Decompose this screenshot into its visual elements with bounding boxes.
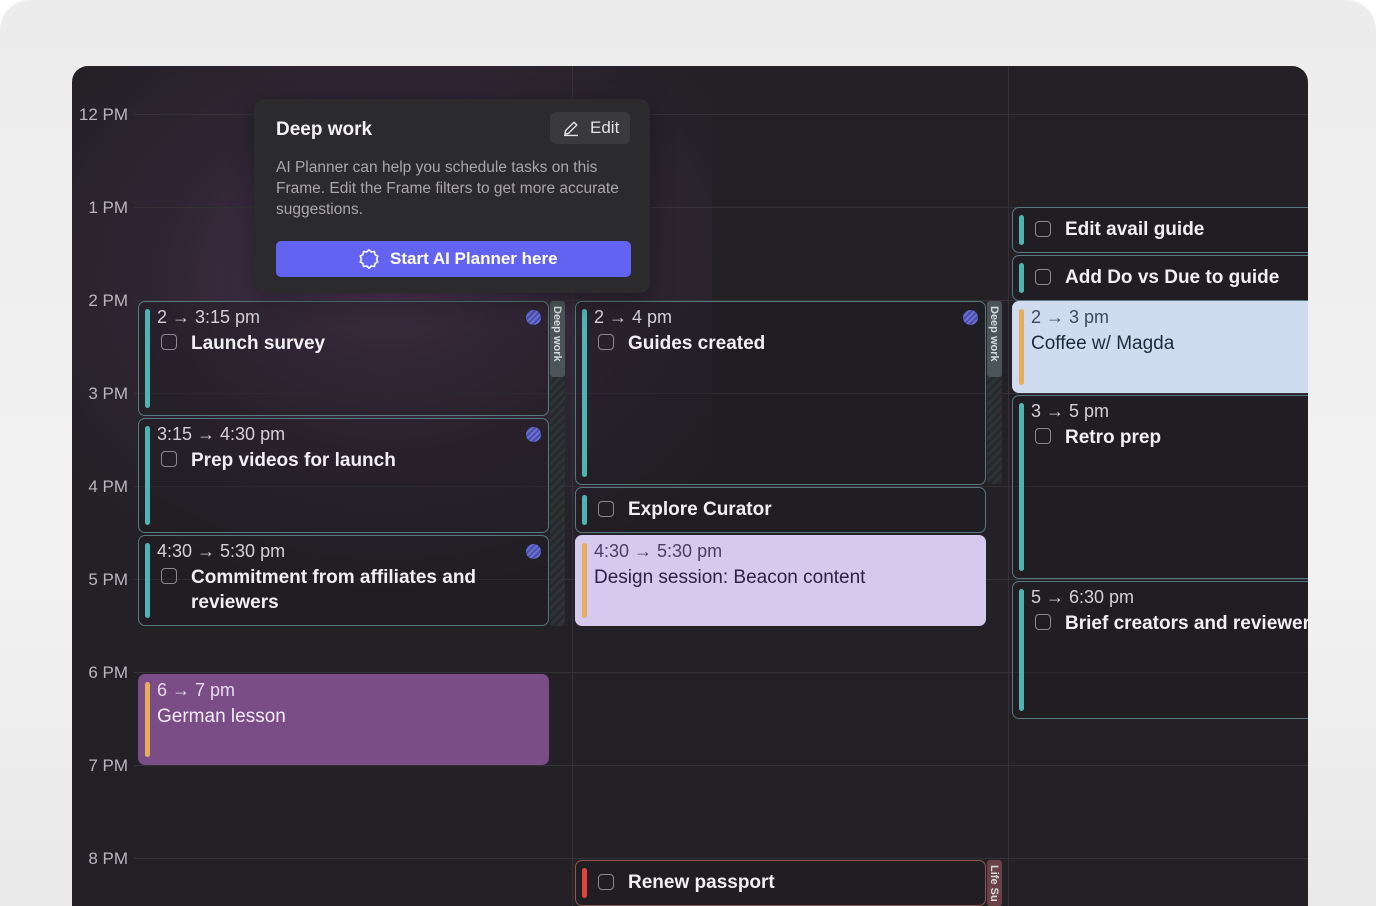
hour-line <box>134 765 1308 766</box>
deep-work-frame-strip[interactable]: Deep work <box>550 301 565 626</box>
event-commitment[interactable]: 4:30 → 5:30 pm Commitment from affiliate… <box>138 535 549 626</box>
life-frame-tag[interactable]: Life Su <box>987 860 1002 906</box>
task-checkbox[interactable] <box>161 568 177 584</box>
event-title: Design session: Beacon content <box>594 567 866 588</box>
popover-title: Deep work <box>276 119 373 140</box>
event-color-bar <box>582 868 587 898</box>
event-time: 4:30 → 5:30 pm <box>594 541 723 561</box>
day-column-divider <box>1008 66 1009 906</box>
life-frame-strip[interactable]: Life Su <box>987 860 1002 906</box>
event-time: 3 → 5 pm <box>1031 401 1110 421</box>
event-design-session[interactable]: 4:30 → 5:30 pm Design session: Beacon co… <box>575 535 986 626</box>
task-checkbox[interactable] <box>161 451 177 467</box>
event-color-bar <box>582 543 587 618</box>
event-color-bar <box>1019 309 1024 385</box>
start-ai-planner-label: Start AI Planner here <box>390 249 558 268</box>
event-color-bar <box>582 495 587 525</box>
event-time: 2 → 3:15 pm <box>157 307 261 327</box>
event-title: Prep videos for launch <box>191 450 396 471</box>
event-title: Commitment from affiliates and reviewers <box>191 567 477 613</box>
event-title: Add Do vs Due to guide <box>1065 267 1280 288</box>
event-color-bar <box>1019 403 1024 571</box>
edit-button-label: Edit <box>590 118 620 137</box>
event-title: Explore Curator <box>628 499 772 520</box>
time-label-2pm: 2 PM <box>88 291 128 310</box>
start-ai-planner-button[interactable]: Start AI Planner here <box>276 241 631 277</box>
event-time: 4:30 → 5:30 pm <box>157 541 286 561</box>
event-brief-creators[interactable]: 5 → 6:30 pm Brief creators and reviewers <box>1012 581 1308 719</box>
ai-planner-icon <box>526 310 541 325</box>
event-do-vs-due[interactable]: Add Do vs Due to guide <box>1012 255 1308 301</box>
task-checkbox[interactable] <box>1035 614 1051 630</box>
time-label-7pm: 7 PM <box>88 756 128 775</box>
event-time: 3:15 → 4:30 pm <box>157 424 286 444</box>
event-title: Edit avail guide <box>1065 219 1205 240</box>
event-title: Guides created <box>628 333 766 354</box>
task-checkbox[interactable] <box>598 874 614 890</box>
event-launch-survey[interactable]: 2 → 3:15 pm Launch survey <box>138 301 549 416</box>
deep-work-frame-tag[interactable]: Deep work <box>550 301 565 377</box>
event-color-bar <box>145 426 150 525</box>
event-german-lesson[interactable]: 6 → 7 pm German lesson <box>138 674 549 765</box>
deep-work-frame-strip[interactable]: Deep work <box>987 301 1002 484</box>
task-checkbox[interactable] <box>598 334 614 350</box>
event-title: Launch survey <box>191 333 326 354</box>
event-color-bar <box>1019 215 1024 245</box>
task-checkbox[interactable] <box>161 334 177 350</box>
app-frame: 12 PM 1 PM 2 PM 3 PM 4 PM 5 PM 6 PM 7 PM… <box>0 0 1376 906</box>
event-edit-avail-guide[interactable]: Edit avail guide <box>1012 207 1308 253</box>
deep-work-frame-tag[interactable]: Deep work <box>987 301 1002 377</box>
pencil-icon <box>562 119 580 142</box>
hour-line <box>134 858 1308 859</box>
event-title: Retro prep <box>1065 427 1162 448</box>
event-color-bar <box>1019 263 1024 293</box>
event-title: Coffee w/ Magda <box>1031 333 1175 354</box>
time-label-4pm: 4 PM <box>88 477 128 496</box>
event-guides-created[interactable]: 2 → 4 pm Guides created <box>575 301 986 485</box>
event-time: 5 → 6:30 pm <box>1031 587 1135 607</box>
deep-work-popover: Deep work Edit AI Planner can help you s… <box>254 99 650 293</box>
event-title: German lesson <box>157 706 286 727</box>
event-color-bar <box>145 682 150 757</box>
event-color-bar <box>145 543 150 618</box>
time-label-5pm: 5 PM <box>88 570 128 589</box>
task-checkbox[interactable] <box>1035 221 1051 237</box>
sparkle-badge-icon <box>358 248 380 275</box>
event-color-bar <box>582 309 587 477</box>
task-checkbox[interactable] <box>1035 269 1051 285</box>
event-title: Renew passport <box>628 872 775 893</box>
event-renew-passport[interactable]: Renew passport <box>575 860 986 906</box>
popover-description: AI Planner can help you schedule tasks o… <box>276 159 619 218</box>
time-label-1pm: 1 PM <box>88 198 128 217</box>
event-time: 6 → 7 pm <box>157 680 236 700</box>
event-time: 2 → 3 pm <box>1031 307 1110 327</box>
task-checkbox[interactable] <box>598 501 614 517</box>
event-retro-prep[interactable]: 3 → 5 pm Retro prep <box>1012 395 1308 579</box>
event-color-bar <box>1019 589 1024 711</box>
event-explore-curator[interactable]: Explore Curator <box>575 487 986 533</box>
event-color-bar <box>145 309 150 408</box>
time-label-12pm: 12 PM <box>78 105 128 124</box>
edit-button[interactable]: Edit <box>550 112 630 144</box>
time-label-8pm: 8 PM <box>88 849 128 868</box>
ai-planner-icon <box>963 310 978 325</box>
time-label-3pm: 3 PM <box>88 384 128 403</box>
time-label-6pm: 6 PM <box>88 663 128 682</box>
ai-planner-icon <box>526 427 541 442</box>
ai-planner-icon <box>526 544 541 559</box>
event-coffee[interactable]: 2 → 3 pm Coffee w/ Magda <box>1012 301 1308 393</box>
event-title: Brief creators and reviewers <box>1065 613 1308 634</box>
event-prep-videos[interactable]: 3:15 → 4:30 pm Prep videos for launch <box>138 418 549 533</box>
task-checkbox[interactable] <box>1035 428 1051 444</box>
event-time: 2 → 4 pm <box>594 307 673 327</box>
